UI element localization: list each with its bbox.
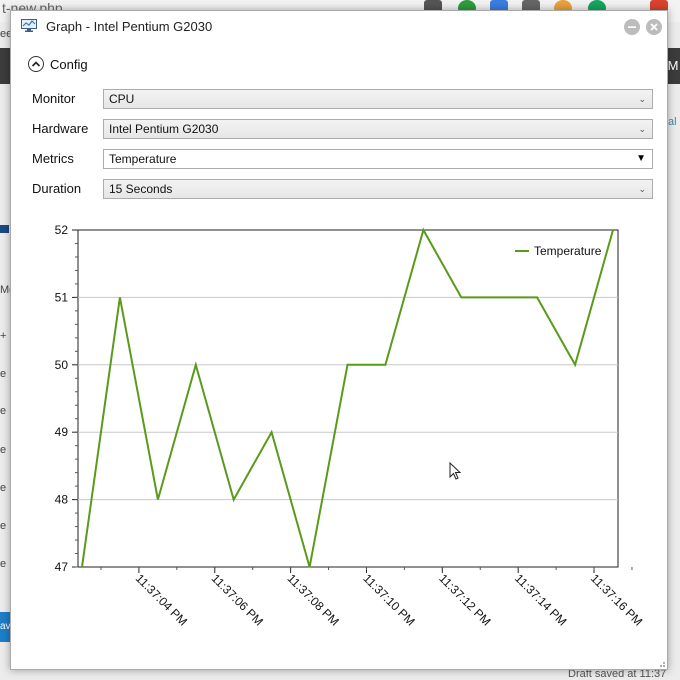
- metrics-select[interactable]: Temperature ▼: [103, 149, 653, 169]
- x-tick-label: 11:37:12 PM: [436, 571, 493, 628]
- window-titlebar[interactable]: Graph - Intel Pentium G2030: [11, 11, 667, 41]
- close-icon: [650, 23, 658, 31]
- monitor-graph-icon: [21, 19, 37, 32]
- hardware-select[interactable]: Intel Pentium G2030 ⌄: [103, 119, 653, 139]
- chevron-up-circle-icon: [28, 56, 44, 72]
- background-text-fragment: al: [668, 116, 677, 128]
- monitor-select-value: CPU: [109, 92, 135, 106]
- resize-grip-icon[interactable]: [657, 659, 665, 667]
- mouse-cursor-icon: [449, 462, 462, 480]
- y-tick-label: 48: [55, 493, 69, 507]
- metrics-label: Metrics: [32, 151, 74, 166]
- config-toggle[interactable]: Config: [28, 54, 88, 74]
- monitor-select[interactable]: CPU ⌄: [103, 89, 653, 109]
- chevron-down-icon: ⌄: [638, 184, 646, 194]
- x-tick-label: 11:37:06 PM: [209, 571, 266, 628]
- y-tick-label: 51: [55, 290, 69, 304]
- y-tick-label: 50: [55, 358, 69, 372]
- hardware-select-value: Intel Pentium G2030: [109, 122, 219, 136]
- background-text-fragment: av: [0, 621, 11, 632]
- graph-window: Graph - Intel Pentium G2030 Config Monit…: [10, 10, 668, 670]
- config-label: Config: [50, 56, 88, 72]
- monitor-label: Monitor: [32, 91, 76, 106]
- x-tick-label: 11:37:10 PM: [360, 571, 417, 628]
- x-tick-label: 11:37:08 PM: [284, 571, 341, 628]
- hardware-label: Hardware: [32, 121, 89, 136]
- metrics-select-value: Temperature: [109, 152, 177, 166]
- close-button[interactable]: [646, 19, 662, 35]
- temperature-chart: 47 48 49 50 51 52 11:37:04 PM 11:37:06 PM 11:37:…: [55, 223, 646, 629]
- background-dark-bar-right: M: [666, 48, 680, 84]
- minimize-button[interactable]: [624, 19, 640, 35]
- duration-label: Duration: [32, 181, 82, 196]
- x-tick-label: 11:37:14 PM: [512, 571, 569, 628]
- background-bar: [0, 225, 9, 233]
- minimize-icon: [628, 26, 636, 28]
- duration-select[interactable]: 15 Seconds ⌄: [103, 179, 653, 199]
- x-tick-label: 11:37:04 PM: [133, 571, 190, 628]
- plot-area: [77, 229, 619, 568]
- y-tick-label: 52: [55, 223, 69, 237]
- legend-label: Temperature: [534, 244, 602, 258]
- duration-select-value: 15 Seconds: [109, 182, 173, 196]
- y-tick-label: 49: [55, 425, 69, 439]
- caret-down-icon: ▼: [636, 153, 646, 164]
- chevron-down-icon: ⌄: [638, 124, 646, 134]
- chevron-down-icon: ⌄: [638, 94, 646, 104]
- x-tick-label: 11:37:16 PM: [588, 571, 645, 628]
- y-tick-label: 47: [55, 560, 69, 574]
- window-title: Graph - Intel Pentium G2030: [46, 19, 213, 34]
